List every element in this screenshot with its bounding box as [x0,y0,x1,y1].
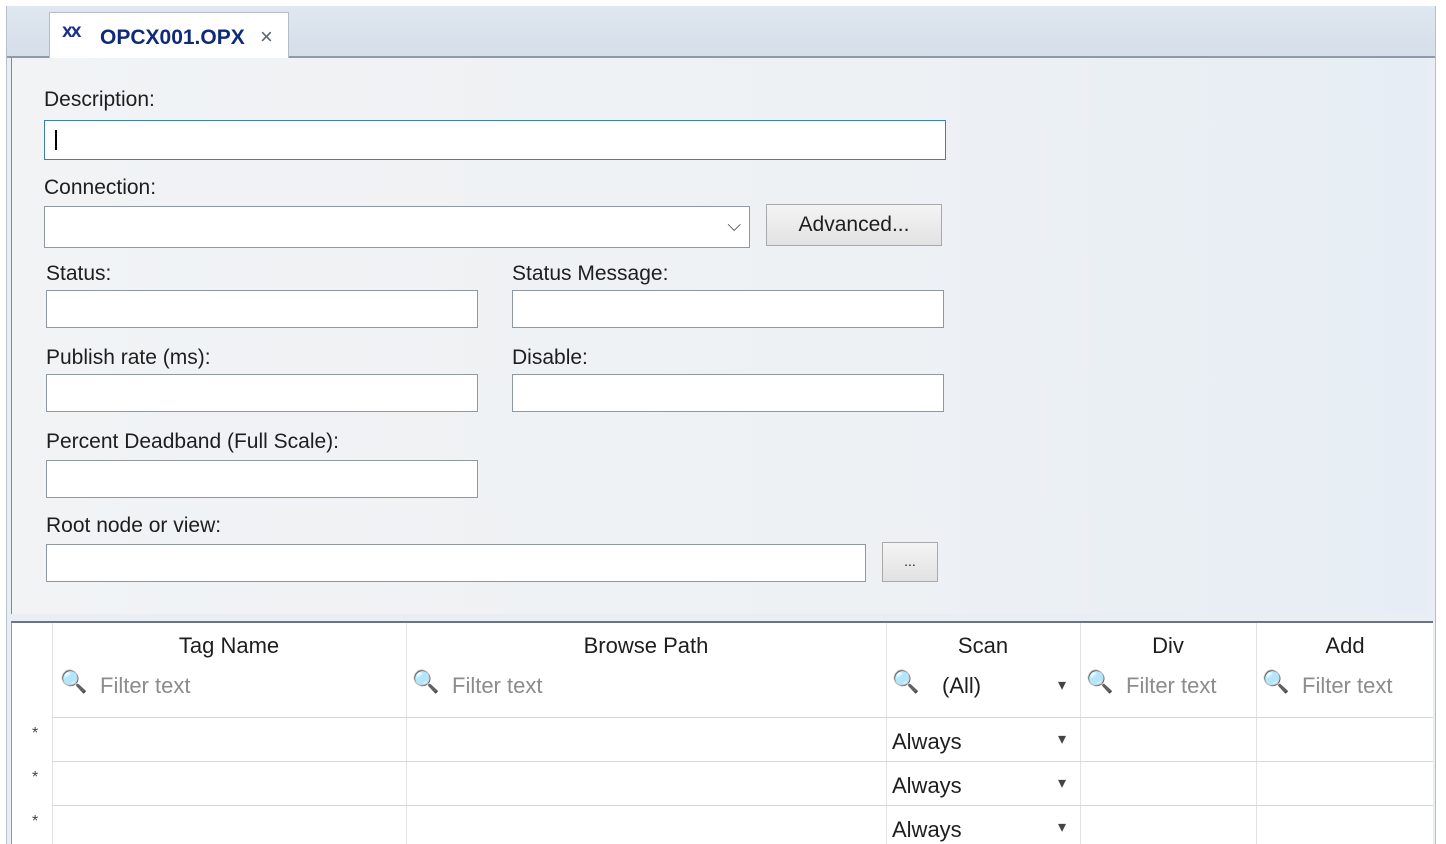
status-field[interactable] [46,290,478,328]
tab-title: OPCX001.OPX [100,26,245,49]
scan-cell[interactable]: Always [892,773,962,799]
filter-placeholder: Filter text [100,673,191,698]
scan-filter-value: (All) [942,673,982,698]
chevron-down-icon[interactable]: ▾ [1058,729,1066,749]
filter-placeholder: Filter text [452,673,543,698]
opc-logo-icon: XX [62,25,82,41]
chevron-down-icon[interactable]: ▾ [1058,675,1066,695]
disable-label: Disable: [512,346,588,369]
status-message-label: Status Message: [512,262,669,285]
column-header-scan[interactable]: Scan [886,633,1080,659]
new-row-marker: * [32,725,39,742]
text-caret [55,130,57,150]
chevron-down-icon: ⌵ [727,215,741,235]
search-icon: 🔍 [60,669,88,694]
connection-dropdown[interactable]: ⌵ [44,206,750,248]
deadband-field[interactable] [46,460,478,498]
new-row-marker: * [32,769,39,786]
close-icon[interactable]: × [260,24,273,50]
search-icon: 🔍 [1086,669,1114,694]
filter-placeholder: Filter text [1126,673,1217,698]
description-label: Description: [44,88,155,111]
chevron-down-icon[interactable]: ▾ [1058,773,1066,793]
status-label: Status: [46,262,112,285]
publish-rate-field[interactable] [46,374,478,412]
filter-add[interactable]: 🔍 Filter text [1262,669,1430,709]
filter-scan[interactable]: 🔍 (All) ▾ [892,669,1078,709]
root-node-label: Root node or view: [46,514,222,537]
advanced-button[interactable]: Advanced... [766,204,942,246]
new-row-marker: * [32,813,39,830]
root-node-field[interactable] [46,544,866,582]
publish-rate-label: Publish rate (ms): [46,346,211,369]
document-window: XX OPCX001.OPX × Description: Connection… [6,6,1436,844]
column-header-div[interactable]: Div [1080,633,1256,659]
search-icon: 🔍 [412,669,440,694]
scan-cell[interactable]: Always [892,729,962,755]
properties-form: Description: Connection: ⌵ Advanced... S… [11,58,1427,614]
tag-grid: Tag Name Browse Path Scan Div Add 🔍 Filt… [11,621,1433,844]
filter-placeholder: Filter text [1302,673,1393,698]
connection-label: Connection: [44,176,157,199]
tab-strip: XX OPCX001.OPX × [7,6,1435,58]
deadband-label: Percent Deadband (Full Scale): [46,430,339,453]
filter-tag-name[interactable]: 🔍 Filter text [60,669,400,709]
column-header-add[interactable]: Add [1256,633,1433,659]
search-icon: 🔍 [1262,669,1290,694]
column-header-browse-path[interactable]: Browse Path [406,633,886,659]
disable-field[interactable] [512,374,944,412]
scan-cell[interactable]: Always [892,817,962,843]
description-field[interactable] [44,120,946,160]
browse-button[interactable]: ... [882,542,938,582]
status-message-field[interactable] [512,290,944,328]
column-header-tag-name[interactable]: Tag Name [52,633,406,659]
filter-browse-path[interactable]: 🔍 Filter text [412,669,882,709]
chevron-down-icon[interactable]: ▾ [1058,817,1066,837]
filter-div[interactable]: 🔍 Filter text [1086,669,1252,709]
tab-opcx001[interactable]: XX OPCX001.OPX × [49,12,289,58]
search-icon: 🔍 [892,669,920,694]
